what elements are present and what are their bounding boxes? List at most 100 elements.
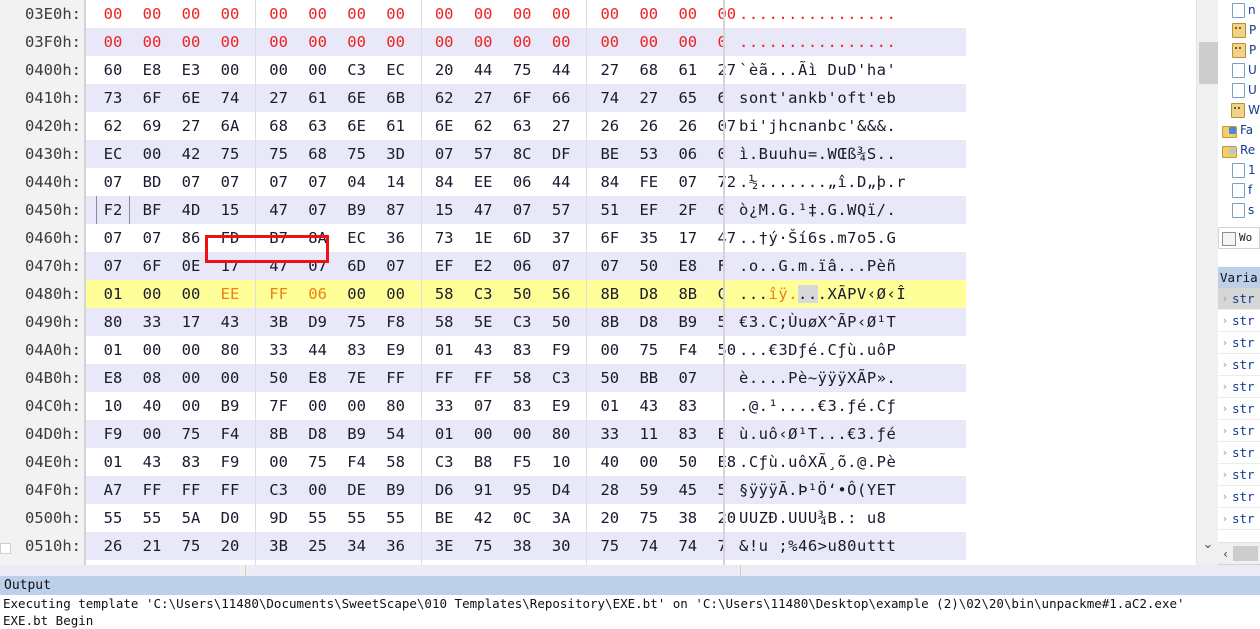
hex-byte[interactable]: 83: [340, 336, 374, 364]
hex-byte[interactable]: 73: [427, 224, 461, 252]
ascii-column[interactable]: bi'jhcnanbc'&&&.: [725, 112, 966, 140]
hex-byte[interactable]: 38: [505, 532, 539, 560]
hex-byte[interactable]: 00: [671, 0, 705, 28]
hex-byte[interactable]: 06: [505, 252, 539, 280]
hex-byte[interactable]: 6F: [593, 224, 627, 252]
hex-byte[interactable]: 00: [340, 280, 374, 308]
hex-byte[interactable]: 45: [671, 476, 705, 504]
hex-bytes[interactable]: 07 07 86 FD B7 8A EC 36 73 1E 6D 37 6F 35 17 47: [86, 224, 736, 252]
hex-byte[interactable]: 00: [505, 28, 539, 56]
ascii-column[interactable]: .@.¹....€3.ƒé.Cƒ: [725, 392, 966, 420]
hex-row[interactable]: 04E0h: 01 43 83 F9 00 75 F4 58 C3 B8 F5 10 40 00 50 E8 .C…: [0, 448, 1196, 476]
hex-byte[interactable]: 00: [213, 0, 247, 28]
hex-bytes[interactable]: E8 08 00 00 50 E8 7E FF FF FF 58 C3 50 BB 07: [86, 364, 723, 392]
hex-byte[interactable]: 57: [466, 140, 500, 168]
hex-byte[interactable]: F5: [505, 448, 539, 476]
hex-row[interactable]: 03E0h: 00 00 00 00 00 00 00 00 00 00 00 00 00 00 00 00..…: [0, 0, 1196, 28]
hex-byte[interactable]: D6: [427, 476, 461, 504]
hex-byte[interactable]: 56: [544, 280, 578, 308]
hex-byte[interactable]: 07: [593, 252, 627, 280]
hex-byte[interactable]: 20: [427, 56, 461, 84]
hex-byte[interactable]: 34: [340, 532, 374, 560]
hex-byte[interactable]: 43: [632, 392, 666, 420]
hex-byte[interactable]: 06: [671, 140, 705, 168]
hex-byte[interactable]: 54: [379, 420, 413, 448]
hex-byte[interactable]: 74: [593, 84, 627, 112]
hex-byte[interactable]: 73: [96, 84, 130, 112]
hex-byte[interactable]: 00: [301, 28, 335, 56]
hex-byte[interactable]: 00: [340, 28, 374, 56]
hex-byte[interactable]: 62: [466, 112, 500, 140]
hex-byte[interactable]: BE: [593, 140, 627, 168]
hex-byte[interactable]: 75: [174, 532, 208, 560]
hex-byte[interactable]: 6F: [505, 84, 539, 112]
hex-byte[interactable]: 00: [174, 336, 208, 364]
hex-byte[interactable]: 8B: [262, 420, 296, 448]
hex-byte[interactable]: EF: [632, 196, 666, 224]
hex-byte[interactable]: 75: [213, 140, 247, 168]
hex-byte[interactable]: B8: [466, 448, 500, 476]
hex-byte[interactable]: 07: [96, 252, 130, 280]
workspace-entry[interactable]: Wo: [1218, 227, 1260, 249]
tree-item[interactable]: 1: [1218, 160, 1260, 180]
chevron-right-icon[interactable]: ›: [1218, 354, 1232, 375]
hex-byte[interactable]: 80: [213, 336, 247, 364]
hex-byte[interactable]: D8: [632, 280, 666, 308]
hex-byte[interactable]: 00: [174, 392, 208, 420]
hex-byte[interactable]: C3: [466, 280, 500, 308]
hex-byte[interactable]: 6D: [505, 224, 539, 252]
hex-byte[interactable]: 36: [379, 224, 413, 252]
chevron-right-icon[interactable]: ›: [1218, 288, 1232, 309]
tree-item[interactable]: U: [1218, 60, 1260, 80]
hex-byte[interactable]: 51: [593, 196, 627, 224]
hex-byte[interactable]: 50: [544, 308, 578, 336]
variable-row[interactable]: › str: [1218, 288, 1260, 310]
hex-byte[interactable]: 80: [544, 420, 578, 448]
hex-byte[interactable]: 62: [427, 84, 461, 112]
hex-byte[interactable]: 00: [213, 28, 247, 56]
hex-byte[interactable]: 75: [632, 336, 666, 364]
hex-byte[interactable]: 75: [632, 504, 666, 532]
hex-byte[interactable]: FF: [135, 476, 169, 504]
hex-byte[interactable]: 63: [301, 112, 335, 140]
hex-byte[interactable]: 59: [632, 476, 666, 504]
hex-byte[interactable]: 00: [301, 56, 335, 84]
hex-byte[interactable]: 00: [262, 56, 296, 84]
hex-byte[interactable]: 61: [379, 112, 413, 140]
hex-row[interactable]: 03F0h:00000000000000000000000000000000..…: [0, 28, 1196, 56]
hex-row[interactable]: 0480h:010000EEFF06000058C350568BD88BCE..…: [0, 280, 1196, 308]
hex-byte[interactable]: 00: [174, 28, 208, 56]
hex-byte[interactable]: DE: [340, 476, 374, 504]
hex-byte[interactable]: 37: [544, 224, 578, 252]
chevron-right-icon[interactable]: ›: [1218, 464, 1232, 485]
hex-byte[interactable]: 61: [301, 84, 335, 112]
hscrollbar-thumb[interactable]: [1233, 546, 1258, 561]
ascii-column[interactable]: €3.C;ÙuøX^ÃP‹Ø¹T: [725, 308, 966, 336]
output-log[interactable]: Executing template 'C:\Users\11480\Docum…: [0, 595, 1260, 629]
hex-view[interactable]: 03E0h: 00 00 00 00 00 00 00 00 00 00 00 00 00 00 00 00..…: [0, 0, 1196, 565]
ascii-column[interactable]: .Cƒù.uôXÃ¸õ.@.Pè: [725, 448, 966, 476]
hex-byte[interactable]: 33: [427, 392, 461, 420]
hex-row[interactable]: 04C0h: 10 40 00 B9 7F 00 00 80 33 07 83 E9 01 43 83 .@.¹…: [0, 392, 1196, 420]
hex-byte[interactable]: 00: [213, 56, 247, 84]
hex-byte[interactable]: 00: [427, 0, 461, 28]
hex-byte[interactable]: 27: [632, 84, 666, 112]
hex-bytes[interactable]: A7FFFFFFC300DEB9D69195D428594554: [86, 476, 736, 504]
hex-byte[interactable]: F9: [96, 420, 130, 448]
hex-byte[interactable]: 95: [505, 476, 539, 504]
hex-byte[interactable]: 00: [379, 0, 413, 28]
hex-row[interactable]: 0510h:262175203B2534363E75383075747474&!…: [0, 532, 1196, 560]
hex-byte[interactable]: 07: [379, 252, 413, 280]
hex-byte[interactable]: B9: [213, 392, 247, 420]
hex-byte[interactable]: E8: [671, 252, 705, 280]
hex-row[interactable]: 04A0h: 01 00 00 80 33 44 83 E9 01 43 83 F9 00 75 F4 50..…: [0, 336, 1196, 364]
hex-byte[interactable]: 80: [379, 392, 413, 420]
hex-byte[interactable]: 40: [593, 448, 627, 476]
hex-row[interactable]: 0490h:803317433BD975F8585EC3508BD8B954€3…: [0, 308, 1196, 336]
hex-byte[interactable]: 07: [174, 168, 208, 196]
hex-byte[interactable]: FF: [174, 476, 208, 504]
hex-bytes[interactable]: 01 43 83 F9 00 75 F4 58 C3 B8 F5 10 40 00 50 E8: [86, 448, 736, 476]
hex-byte[interactable]: 63: [505, 112, 539, 140]
hex-byte[interactable]: 5A: [174, 504, 208, 532]
hex-byte[interactable]: 17: [174, 308, 208, 336]
